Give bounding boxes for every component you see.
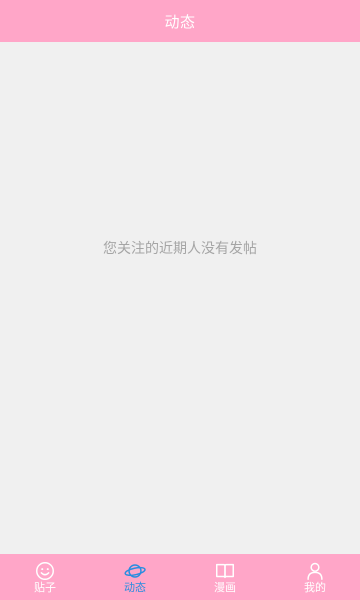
tab-me-label: 我的	[304, 581, 326, 594]
tab-posts-label: 贴子	[34, 581, 56, 594]
planet-icon	[124, 564, 146, 578]
person-icon	[307, 562, 323, 580]
tab-posts[interactable]: 贴子	[0, 554, 90, 600]
tab-me[interactable]: 我的	[270, 554, 360, 600]
empty-state-message: 您关注的近期人没有发帖	[103, 241, 257, 257]
bottom-tab-bar: 贴子 动态 漫画 我的	[0, 554, 360, 600]
page-title: 动态	[164, 12, 196, 31]
tab-feed[interactable]: 动态	[90, 554, 180, 600]
app-root: 动态 您关注的近期人没有发帖 贴子 动态 漫画 我的	[0, 0, 360, 600]
tab-comics-label: 漫画	[214, 581, 236, 594]
tab-feed-label: 动态	[124, 581, 146, 594]
feed-area[interactable]: 您关注的近期人没有发帖	[0, 42, 360, 554]
smiley-icon	[36, 562, 54, 580]
top-bar: 动态	[0, 0, 360, 42]
tab-comics[interactable]: 漫画	[180, 554, 270, 600]
book-icon	[216, 563, 234, 579]
